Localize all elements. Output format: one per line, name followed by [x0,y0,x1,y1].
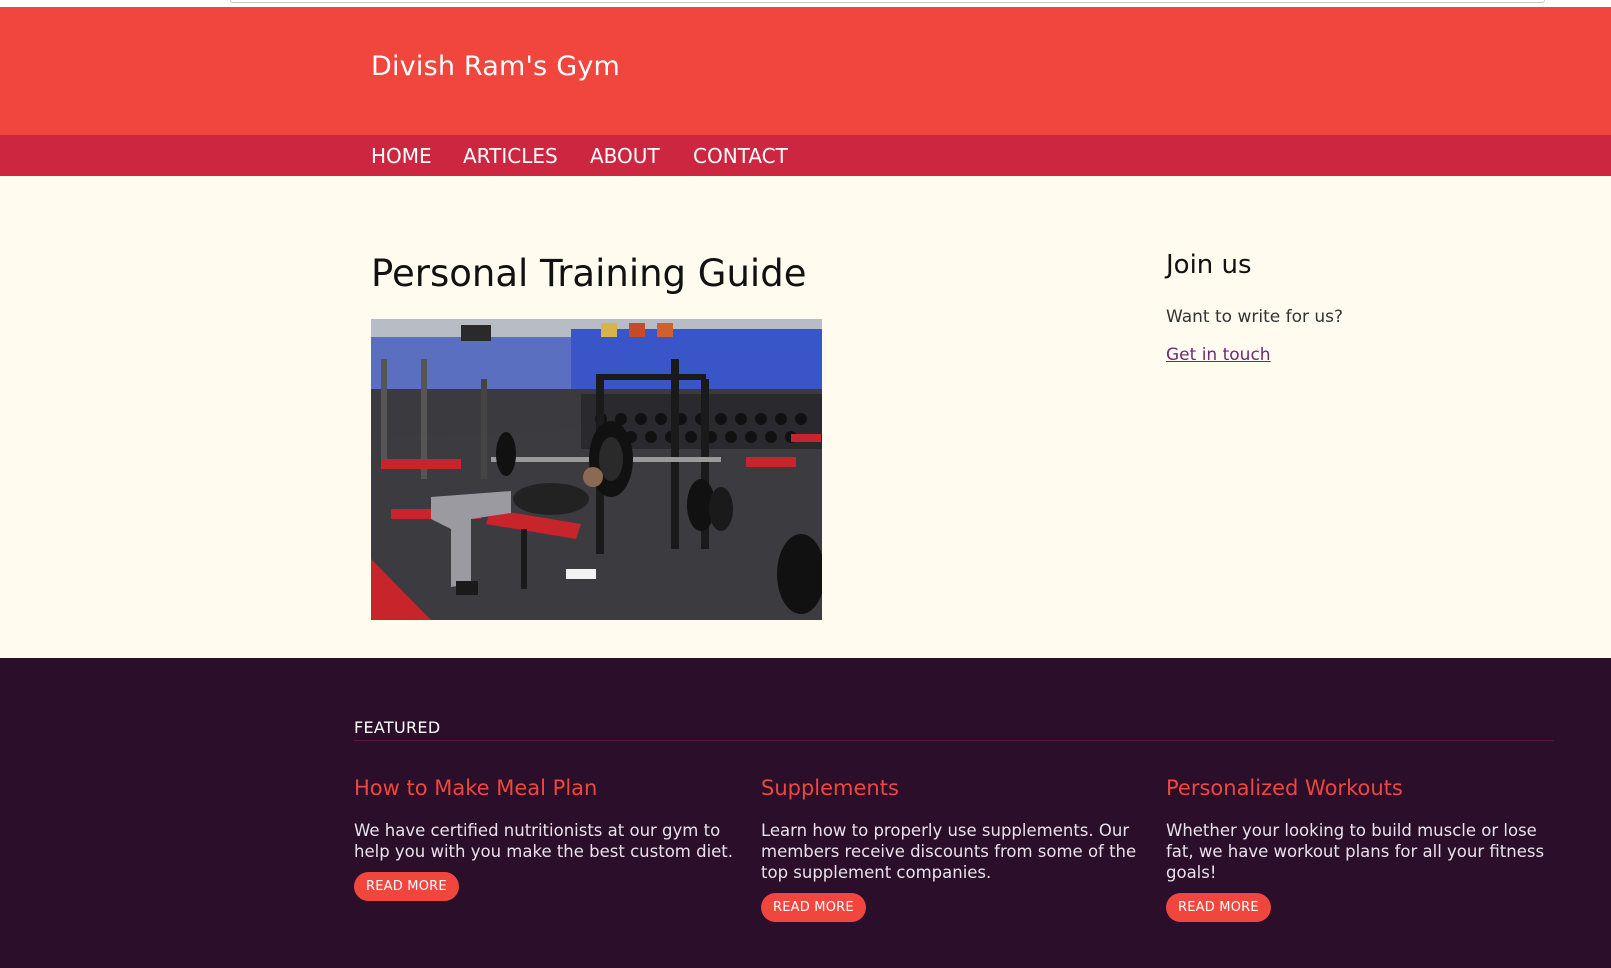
card-text: We have certified nutritionists at our g… [354,821,734,861]
nav-item-about[interactable]: ABOUT [590,144,660,168]
read-more-button[interactable]: READ MORE [761,893,866,922]
site-title[interactable]: Divish Ram's Gym [371,51,620,82]
card-text: Whether your looking to build muscle or … [1166,821,1545,882]
featured-section: FEATURED How to Make Meal Plan We have c… [0,658,1611,968]
card-title[interactable]: Supplements [761,776,1149,800]
aside-title: Join us [1166,250,1252,280]
browser-top-strip [0,0,1611,7]
gym-photo [371,319,822,620]
card-text: Learn how to properly use supplements. O… [761,821,1137,882]
gym-photo-illustration [371,319,822,620]
site-header: Divish Ram's Gym [0,7,1611,135]
address-bar-edge [230,0,1545,3]
get-in-touch-link[interactable]: Get in touch [1166,345,1271,365]
featured-card-supplements: Supplements Learn how to properly use su… [761,776,1149,922]
page-title: Personal Training Guide [371,252,807,295]
main-content: Personal Training Guide Join us Want to … [0,176,1611,658]
nav-item-articles[interactable]: ARTICLES [463,144,558,168]
featured-label: FEATURED [354,718,441,737]
featured-card-workouts: Personalized Workouts Whether your looki… [1166,776,1554,922]
nav-item-contact[interactable]: CONTACT [693,144,788,168]
read-more-button[interactable]: READ MORE [1166,893,1271,922]
card-title[interactable]: Personalized Workouts [1166,776,1554,800]
nav-item-home[interactable]: HOME [371,144,432,168]
card-title[interactable]: How to Make Meal Plan [354,776,742,800]
aside-text: Want to write for us? [1166,307,1344,327]
featured-divider [354,740,1554,741]
read-more-button[interactable]: READ MORE [354,872,459,901]
main-nav: HOME ARTICLES ABOUT CONTACT [0,135,1611,176]
featured-card-meal-plan: How to Make Meal Plan We have certified … [354,776,742,901]
